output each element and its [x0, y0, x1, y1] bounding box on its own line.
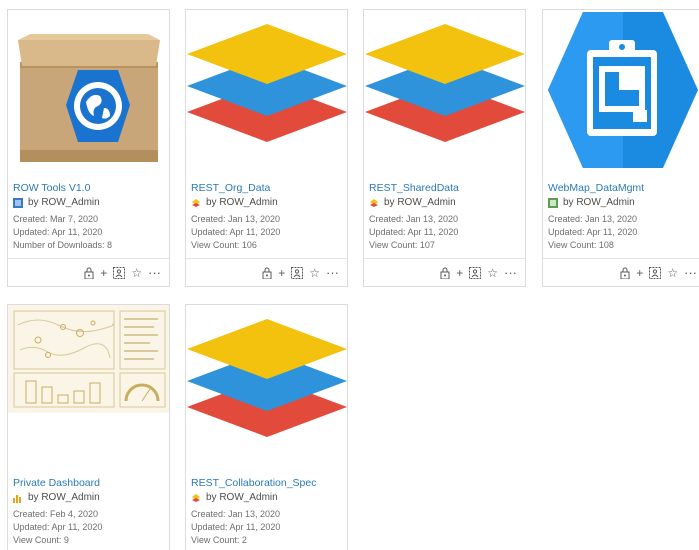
updated-date: Updated: Apr 11, 2020: [191, 227, 281, 237]
item-owner: by ROW_Admin: [191, 197, 278, 208]
layers-thumbnail[interactable]: [364, 10, 525, 170]
feature-layer-icon: [369, 198, 379, 208]
view-count: View Count: 107: [369, 240, 435, 250]
add-to-group-icon[interactable]: [649, 266, 662, 279]
add-icon[interactable]: +: [636, 267, 643, 279]
add-to-group-icon[interactable]: [291, 266, 304, 279]
dashboard-thumbnail[interactable]: [8, 305, 169, 413]
item-card[interactable]: ROW Tools V1.0 by ROW_Admin Created: Mar…: [7, 9, 170, 287]
item-card[interactable]: REST_Org_Data by ROW_Admin Created: Jan …: [185, 9, 348, 287]
layers-thumbnail[interactable]: [186, 10, 347, 170]
more-options-icon[interactable]: ···: [326, 266, 339, 279]
card-footer: + ☆ ···: [543, 258, 699, 286]
item-owner: by ROW_Admin: [13, 197, 100, 208]
created-date: Created: Jan 13, 2020: [548, 214, 638, 224]
view-count: View Count: 106: [191, 240, 257, 250]
item-owner: by ROW_Admin: [191, 492, 278, 503]
updated-date: Updated: Apr 11, 2020: [369, 227, 459, 237]
add-icon[interactable]: +: [100, 267, 107, 279]
download-count: Number of Downloads: 8: [13, 240, 113, 250]
owner-label[interactable]: by ROW_Admin: [28, 492, 100, 503]
item-title-link[interactable]: REST_Collaboration_Spec: [191, 477, 317, 489]
view-count: View Count: 108: [548, 240, 614, 250]
feature-layer-icon: [191, 198, 201, 208]
dashboard-type-icon: [13, 493, 23, 503]
item-owner: by ROW_Admin: [548, 197, 635, 208]
favorite-star-icon[interactable]: ☆: [309, 267, 320, 279]
favorite-star-icon[interactable]: ☆: [487, 267, 498, 279]
feature-layer-icon: [191, 493, 201, 503]
item-title-link[interactable]: REST_SharedData: [369, 182, 459, 194]
toolbox-icon: [13, 197, 23, 208]
more-options-icon[interactable]: ···: [684, 266, 697, 279]
created-date: Created: Jan 13, 2020: [191, 509, 281, 519]
owner-label[interactable]: by ROW_Admin: [384, 197, 456, 208]
package-thumbnail[interactable]: [8, 10, 169, 170]
share-lock-icon[interactable]: [84, 267, 94, 279]
updated-date: Updated: Apr 11, 2020: [191, 522, 281, 532]
owner-label[interactable]: by ROW_Admin: [206, 492, 278, 503]
owner-label[interactable]: by ROW_Admin: [206, 197, 278, 208]
more-options-icon[interactable]: ···: [148, 266, 161, 279]
card-footer: + ☆ ···: [364, 258, 525, 286]
share-lock-icon[interactable]: [620, 267, 630, 279]
updated-date: Updated: Apr 11, 2020: [13, 522, 103, 532]
item-owner: by ROW_Admin: [369, 197, 456, 208]
layers-thumbnail[interactable]: [186, 305, 347, 465]
updated-date: Updated: Apr 11, 2020: [13, 227, 103, 237]
created-date: Created: Jan 13, 2020: [369, 214, 459, 224]
item-title-link[interactable]: ROW Tools V1.0: [13, 182, 90, 194]
favorite-star-icon[interactable]: ☆: [667, 267, 678, 279]
view-count: View Count: 9: [13, 535, 69, 545]
item-title-link[interactable]: REST_Org_Data: [191, 182, 270, 194]
item-card[interactable]: Private Dashboard by ROW_Admin Created: …: [7, 304, 170, 550]
item-title-link[interactable]: Private Dashboard: [13, 477, 100, 489]
add-to-group-icon[interactable]: [113, 266, 126, 279]
item-card[interactable]: REST_Collaboration_Spec by ROW_Admin Cre…: [185, 304, 348, 550]
view-count: View Count: 2: [191, 535, 247, 545]
share-lock-icon[interactable]: [262, 267, 272, 279]
card-footer: + ☆ ···: [186, 258, 347, 286]
favorite-star-icon[interactable]: ☆: [131, 267, 142, 279]
item-card[interactable]: REST_SharedData by ROW_Admin Created: Ja…: [363, 9, 526, 287]
created-date: Created: Feb 4, 2020: [13, 509, 99, 519]
created-date: Created: Mar 7, 2020: [13, 214, 99, 224]
item-title-link[interactable]: WebMap_DataMgmt: [548, 182, 644, 194]
share-lock-icon[interactable]: [440, 267, 450, 279]
more-options-icon[interactable]: ···: [504, 266, 517, 279]
add-icon[interactable]: +: [456, 267, 463, 279]
web-map-icon: [548, 197, 558, 208]
add-icon[interactable]: +: [278, 267, 285, 279]
owner-label[interactable]: by ROW_Admin: [28, 197, 100, 208]
created-date: Created: Jan 13, 2020: [191, 214, 281, 224]
card-footer: + ☆ ···: [8, 258, 169, 286]
item-card[interactable]: WebMap_DataMgmt by ROW_Admin Created: Ja…: [542, 9, 699, 287]
item-owner: by ROW_Admin: [13, 492, 100, 503]
owner-label[interactable]: by ROW_Admin: [563, 197, 635, 208]
webmap-thumbnail[interactable]: [543, 10, 699, 170]
updated-date: Updated: Apr 11, 2020: [548, 227, 638, 237]
add-to-group-icon[interactable]: [469, 266, 482, 279]
